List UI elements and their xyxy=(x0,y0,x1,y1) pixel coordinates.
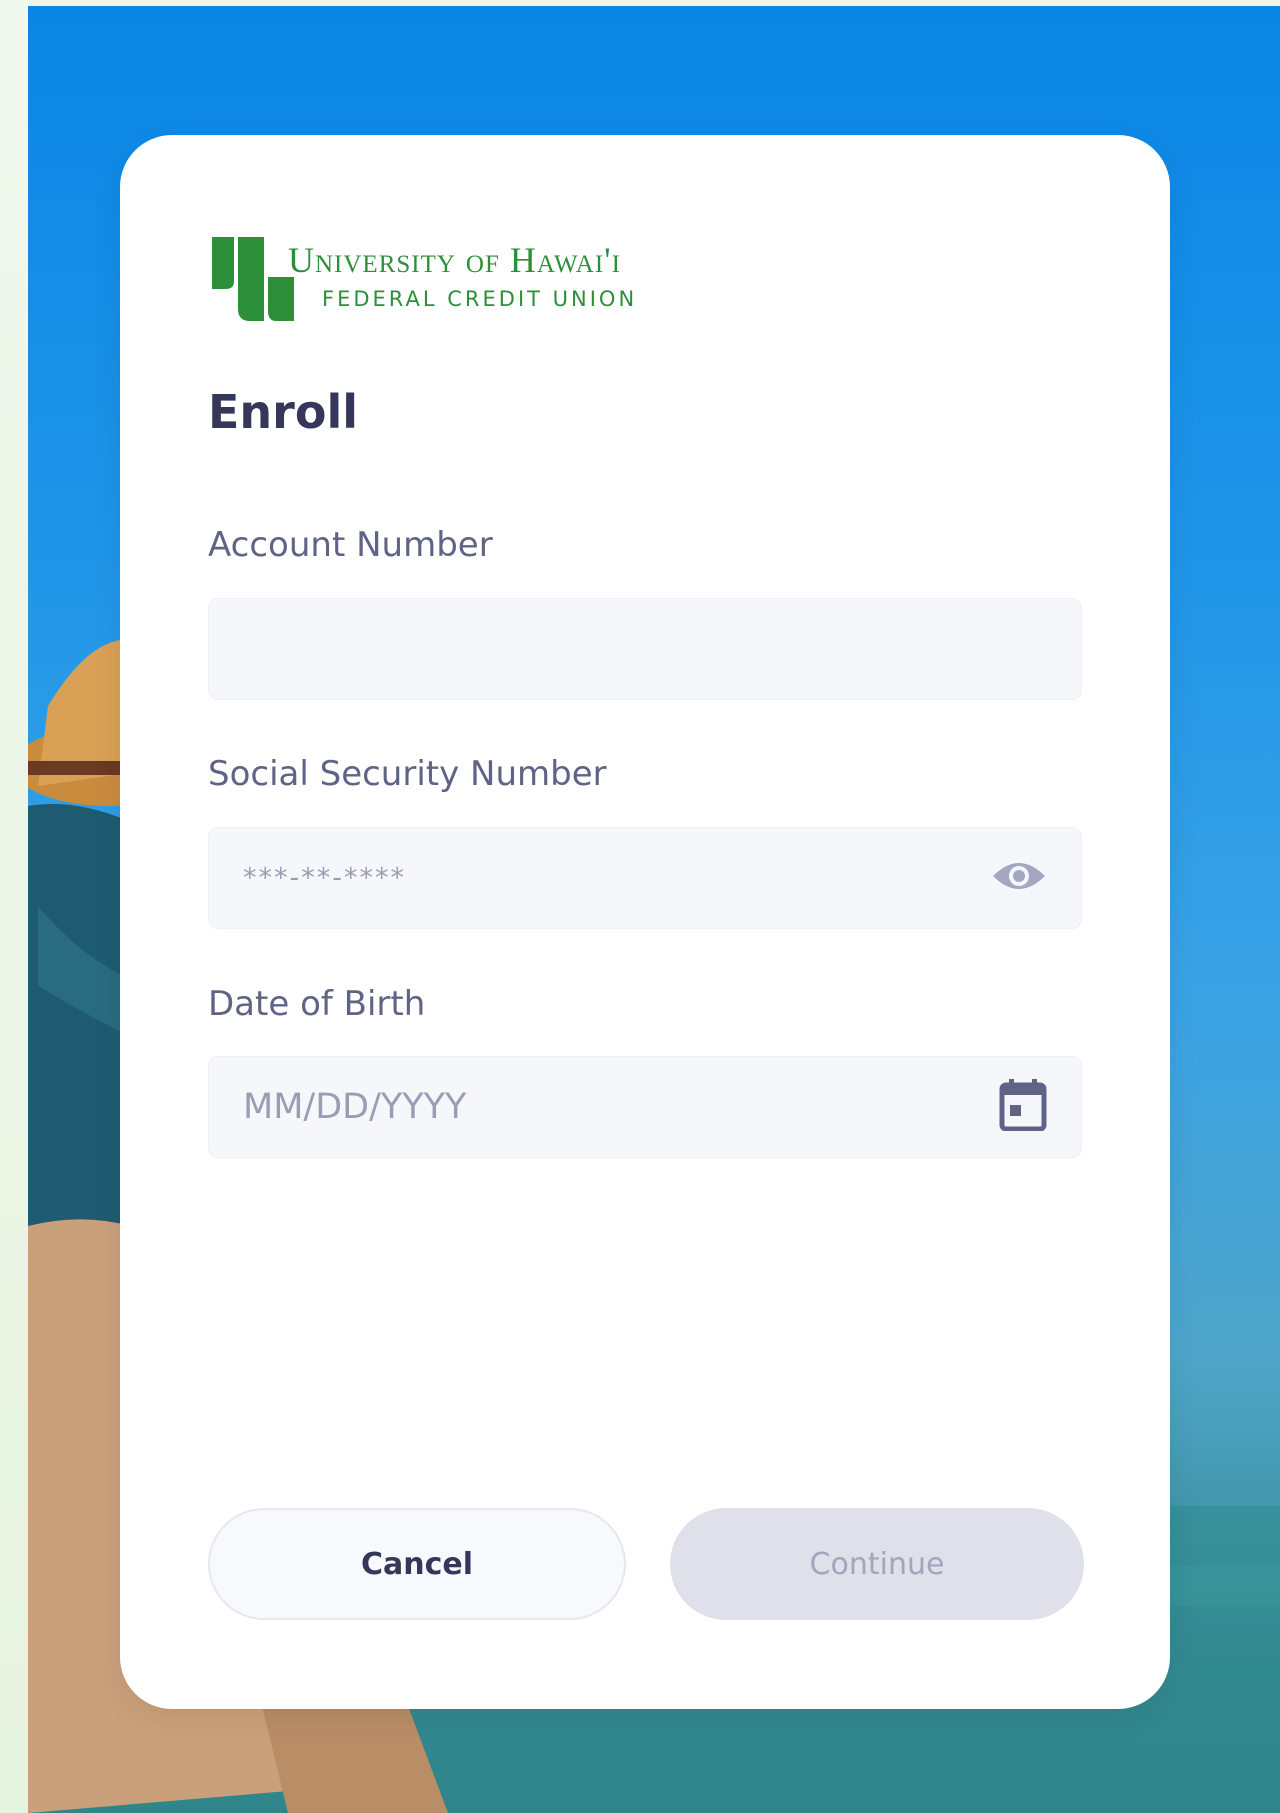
dob-label: Date of Birth xyxy=(208,984,426,1024)
account-number-label: Account Number xyxy=(208,525,493,565)
dob-field[interactable]: MM/DD/YYYY xyxy=(208,1056,1082,1158)
brand-name: University of Hawai'i xyxy=(288,240,621,280)
ssn-placeholder: ***-**-**** xyxy=(243,862,406,894)
calendar-icon[interactable] xyxy=(999,1079,1047,1135)
ssn-label: Social Security Number xyxy=(208,754,607,794)
brand-subname: FEDERAL CREDIT UNION xyxy=(322,287,638,311)
enroll-card: University of Hawai'i FEDERAL CREDIT UNI… xyxy=(120,135,1170,1709)
continue-button[interactable]: Continue xyxy=(670,1508,1084,1620)
cancel-button[interactable]: Cancel xyxy=(208,1508,626,1620)
ssn-field[interactable]: ***-**-**** xyxy=(208,827,1082,929)
dob-placeholder: MM/DD/YYYY xyxy=(243,1087,467,1127)
account-number-field[interactable] xyxy=(208,598,1082,700)
page-title: Enroll xyxy=(208,385,358,439)
eye-icon[interactable] xyxy=(991,858,1047,898)
brand-mark-icon xyxy=(212,237,294,321)
left-edge-panel xyxy=(0,0,28,1813)
brand-logo: University of Hawai'i FEDERAL CREDIT UNI… xyxy=(210,231,670,327)
